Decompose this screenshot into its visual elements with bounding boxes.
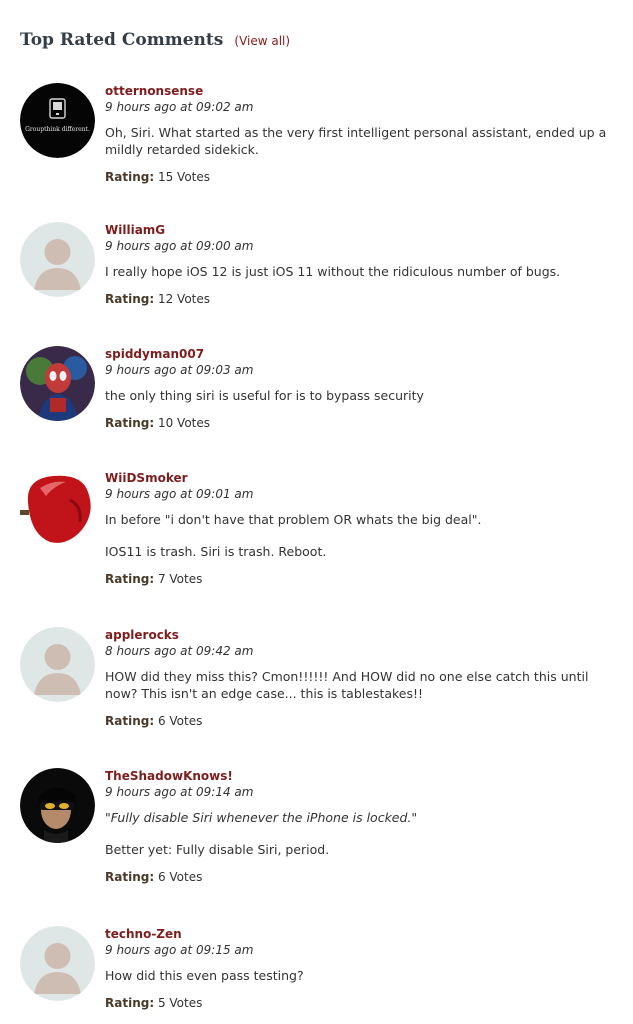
comment-text: How did this even pass testing?: [105, 967, 620, 984]
rating-label: Rating:: [105, 714, 155, 728]
comment-author[interactable]: otternonsense: [105, 83, 620, 99]
rating-votes: 12 Votes: [157, 292, 210, 306]
comment-timestamp: 9 hours ago at 09:15 am: [105, 943, 254, 957]
comment-rating: Rating: 12 Votes: [105, 291, 620, 307]
default-avatar-icon: [20, 926, 95, 1001]
rating-votes: 15 Votes: [157, 170, 210, 184]
rating-label: Rating:: [105, 292, 155, 306]
comment-author[interactable]: WiiDSmoker: [105, 470, 620, 486]
user-avatar[interactable]: [20, 627, 95, 702]
comment-timestamp: 8 hours ago at 09:42 am: [105, 644, 254, 658]
rating-label: Rating:: [105, 416, 155, 430]
comment-paragraph: HOW did they miss this? Cmon!!!!!! And H…: [105, 669, 589, 701]
comment-timestamp: 9 hours ago at 09:01 am: [105, 487, 254, 501]
comment-timestamp: 9 hours ago at 09:14 am: [105, 785, 254, 799]
comment-author[interactable]: spiddyman007: [105, 346, 620, 362]
rating-votes: 10 Votes: [157, 416, 210, 430]
comment-text: Oh, Siri. What started as the very first…: [105, 124, 620, 158]
comment-timestamp: 9 hours ago at 09:00 am: [105, 239, 254, 253]
comment-author[interactable]: techno-Zen: [105, 926, 620, 942]
comment-paragraph: I really hope iOS 12 is just iOS 11 with…: [105, 264, 561, 279]
user-avatar[interactable]: [20, 346, 95, 421]
rating-votes: 5 Votes: [157, 996, 203, 1010]
comment-author[interactable]: TheShadowKnows!: [105, 768, 620, 784]
user-avatar[interactable]: [20, 768, 95, 843]
avatar-photo-icon: [20, 346, 95, 421]
view-all-link[interactable]: (View all): [234, 34, 290, 48]
comments-header: Top Rated Comments (View all): [20, 30, 290, 50]
comment-text: I really hope iOS 12 is just iOS 11 with…: [105, 263, 620, 280]
comment-paragraph: How did this even pass testing?: [105, 968, 304, 983]
rating-votes: 7 Votes: [157, 572, 203, 586]
comment-rating: Rating: 5 Votes: [105, 995, 620, 1011]
comment-text: the only thing siri is useful for is to …: [105, 387, 620, 404]
section-title: Top Rated Comments: [20, 30, 224, 50]
svg-text:Groupthink different.: Groupthink different.: [25, 126, 90, 133]
rating-label: Rating:: [105, 170, 155, 184]
default-avatar-icon: [20, 222, 95, 297]
comment-author[interactable]: applerocks: [105, 627, 620, 643]
rating-label: Rating:: [105, 996, 155, 1010]
comment-timestamp: 9 hours ago at 09:02 am: [105, 100, 254, 114]
comment-text: In before "i don't have that problem OR …: [105, 511, 620, 560]
user-avatar[interactable]: [20, 470, 95, 545]
rating-votes: 6 Votes: [157, 870, 203, 884]
comment-rating: Rating: 10 Votes: [105, 415, 620, 431]
comment-timestamp: 9 hours ago at 09:03 am: [105, 363, 254, 377]
avatar-photo-icon: [20, 768, 95, 843]
avatar-logo-icon: Groupthink different.: [20, 83, 95, 158]
comment-author[interactable]: WilliamG: [105, 222, 620, 238]
comment-text: HOW did they miss this? Cmon!!!!!! And H…: [105, 668, 620, 702]
comment-quote: "Fully disable Siri whenever the iPhone …: [105, 810, 418, 825]
comment-rating: Rating: 6 Votes: [105, 869, 620, 885]
comment-rating: Rating: 7 Votes: [105, 571, 620, 587]
default-avatar-icon: [20, 627, 95, 702]
rating-votes: 6 Votes: [157, 714, 203, 728]
comment-paragraph: In before "i don't have that problem OR …: [105, 512, 482, 527]
comment-paragraph: IOS11 is trash. Siri is trash. Reboot.: [105, 544, 327, 559]
user-avatar[interactable]: [20, 926, 95, 1001]
rating-label: Rating:: [105, 870, 155, 884]
comment-paragraph: the only thing siri is useful for is to …: [105, 388, 424, 403]
comment-text: "Fully disable Siri whenever the iPhone …: [105, 809, 620, 858]
rating-label: Rating:: [105, 572, 155, 586]
user-avatar[interactable]: Groupthink different.: [20, 83, 95, 158]
comment-rating: Rating: 15 Votes: [105, 169, 620, 185]
apple-avatar-icon: [20, 470, 95, 545]
comment-paragraph: Oh, Siri. What started as the very first…: [105, 125, 607, 157]
user-avatar[interactable]: [20, 222, 95, 297]
comment-paragraph: Better yet: Fully disable Siri, period.: [105, 842, 330, 857]
comment-rating: Rating: 6 Votes: [105, 713, 620, 729]
